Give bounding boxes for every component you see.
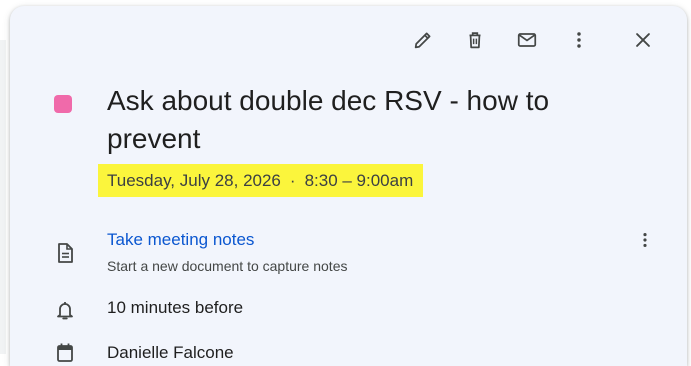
event-datetime: Tuesday, July 28, 2026 · 8:30 – 9:00am <box>98 164 424 197</box>
close-button[interactable] <box>621 22 665 58</box>
edit-event-button[interactable] <box>401 22 445 58</box>
delete-event-button[interactable] <box>453 22 497 58</box>
document-icon <box>54 242 76 264</box>
event-time: 8:30 – 9:00am <box>304 170 414 190</box>
event-color-swatch <box>54 95 72 113</box>
event-toolbar <box>401 22 665 58</box>
datetime-separator: · <box>289 170 296 190</box>
event-title: Ask about double dec RSV - how to preven… <box>107 85 550 154</box>
trash-icon <box>469 32 481 49</box>
notes-subtitle: Start a new document to capture notes <box>107 258 348 274</box>
pencil-icon <box>414 32 431 49</box>
bell-icon <box>54 299 76 321</box>
more-vert-icon <box>643 233 647 247</box>
background-edge <box>0 40 6 354</box>
calendar-owner: Danielle Falcone <box>107 343 234 362</box>
email-guests-button[interactable] <box>505 22 549 58</box>
take-meeting-notes-link[interactable]: Take meeting notes <box>107 230 254 250</box>
mail-icon <box>517 33 537 47</box>
more-options-button[interactable] <box>557 22 601 58</box>
calendar-icon <box>54 342 76 364</box>
more-vert-icon <box>577 32 581 48</box>
close-icon <box>636 33 650 47</box>
reminder-text: 10 minutes before <box>107 298 244 317</box>
notes-more-button[interactable] <box>633 228 657 252</box>
event-date: Tuesday, July 28, 2026 <box>107 170 281 190</box>
event-details-card: Ask about double dec RSV - how to preven… <box>10 6 687 366</box>
